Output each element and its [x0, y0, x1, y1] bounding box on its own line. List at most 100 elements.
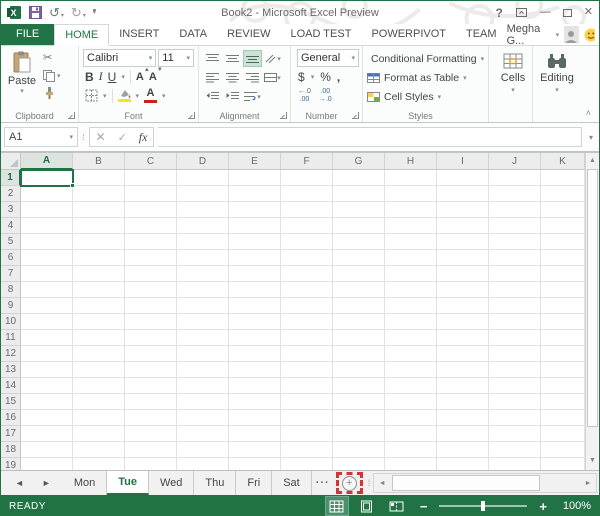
- cell-J12[interactable]: [489, 346, 541, 362]
- cell-A13[interactable]: [21, 362, 73, 378]
- cancel-icon[interactable]: ✕: [96, 130, 106, 144]
- paste-dropdown-icon[interactable]: ▾: [20, 87, 24, 95]
- italic-button[interactable]: I: [99, 69, 103, 84]
- row-header-13[interactable]: 13: [1, 362, 21, 378]
- row-header-5[interactable]: 5: [1, 234, 21, 250]
- borders-icon[interactable]: [85, 89, 98, 102]
- number-dialog-launcher-icon[interactable]: [352, 112, 359, 119]
- undo-dropdown-icon[interactable]: ▾: [61, 13, 64, 19]
- row-header-11[interactable]: 11: [1, 330, 21, 346]
- cell-E14[interactable]: [229, 378, 281, 394]
- cell-C11[interactable]: [125, 330, 177, 346]
- fill-color-dropdown-icon[interactable]: ▾: [136, 92, 140, 100]
- cell-E4[interactable]: [229, 218, 281, 234]
- cell-F5[interactable]: [281, 234, 333, 250]
- cell-E5[interactable]: [229, 234, 281, 250]
- cell-K4[interactable]: [541, 218, 585, 234]
- cell-D10[interactable]: [177, 314, 229, 330]
- row-header-2[interactable]: 2: [1, 186, 21, 202]
- cell-J4[interactable]: [489, 218, 541, 234]
- cell-G7[interactable]: [333, 266, 385, 282]
- cell-G9[interactable]: [333, 298, 385, 314]
- account-dropdown-icon[interactable]: ▾: [556, 31, 560, 39]
- editing-button[interactable]: Editing ▾: [537, 49, 577, 94]
- cell-F19[interactable]: [281, 458, 333, 470]
- font-color-button[interactable]: A: [144, 88, 158, 103]
- sheet-tab-wed[interactable]: Wed: [149, 471, 195, 495]
- scroll-up-icon[interactable]: ▲: [586, 153, 599, 168]
- zoom-level[interactable]: 100%: [559, 500, 591, 512]
- cell-K2[interactable]: [541, 186, 585, 202]
- cell-C19[interactable]: [125, 458, 177, 470]
- cell-F3[interactable]: [281, 202, 333, 218]
- cell-B17[interactable]: [73, 426, 125, 442]
- cell-E13[interactable]: [229, 362, 281, 378]
- cell-K13[interactable]: [541, 362, 585, 378]
- cell-C10[interactable]: [125, 314, 177, 330]
- accounting-format-button[interactable]: $: [298, 70, 305, 84]
- cell-E8[interactable]: [229, 282, 281, 298]
- zoom-out-icon[interactable]: −: [416, 499, 432, 514]
- active-cell-selection[interactable]: [20, 169, 75, 188]
- cell-E19[interactable]: [229, 458, 281, 470]
- page-break-preview-button[interactable]: [386, 497, 408, 515]
- cell-I1[interactable]: [437, 170, 489, 186]
- font-color-dropdown-icon[interactable]: ▾: [162, 92, 166, 100]
- cell-G1[interactable]: [333, 170, 385, 186]
- tab-powerpivot[interactable]: POWERPIVOT: [361, 24, 456, 45]
- cell-C3[interactable]: [125, 202, 177, 218]
- cell-I15[interactable]: [437, 394, 489, 410]
- tab-team[interactable]: TEAM: [456, 24, 507, 45]
- cell-B14[interactable]: [73, 378, 125, 394]
- cell-G5[interactable]: [333, 234, 385, 250]
- scroll-left-icon[interactable]: ◄: [374, 480, 390, 487]
- font-size-select[interactable]: 11 ▾: [158, 49, 194, 67]
- cell-B7[interactable]: [73, 266, 125, 282]
- cell-H7[interactable]: [385, 266, 437, 282]
- cell-B2[interactable]: [73, 186, 125, 202]
- cell-D11[interactable]: [177, 330, 229, 346]
- orientation-button[interactable]: ▾: [263, 50, 282, 67]
- tab-file[interactable]: FILE: [1, 24, 55, 45]
- row-header-12[interactable]: 12: [1, 346, 21, 362]
- cell-E10[interactable]: [229, 314, 281, 330]
- cell-E16[interactable]: [229, 410, 281, 426]
- tab-data[interactable]: DATA: [169, 24, 217, 45]
- cell-C8[interactable]: [125, 282, 177, 298]
- account-name[interactable]: Megha G...: [507, 23, 551, 47]
- top-align-button[interactable]: [203, 50, 222, 67]
- cell-A16[interactable]: [21, 410, 73, 426]
- orientation-dropdown-icon[interactable]: ▾: [277, 55, 281, 63]
- cell-K5[interactable]: [541, 234, 585, 250]
- cell-J5[interactable]: [489, 234, 541, 250]
- conditional-formatting-button[interactable]: Conditional Formatting ▾: [367, 49, 484, 68]
- prev-sheet-icon[interactable]: ◄: [15, 478, 24, 488]
- column-header-F[interactable]: F: [281, 153, 333, 170]
- cell-H1[interactable]: [385, 170, 437, 186]
- cell-C1[interactable]: [125, 170, 177, 186]
- decrease-decimal-button[interactable]: .00 →.0: [319, 88, 332, 103]
- cell-C5[interactable]: [125, 234, 177, 250]
- cell-F7[interactable]: [281, 266, 333, 282]
- cell-B13[interactable]: [73, 362, 125, 378]
- scroll-down-icon[interactable]: ▼: [586, 453, 599, 468]
- cell-G10[interactable]: [333, 314, 385, 330]
- align-right-button[interactable]: [243, 69, 262, 86]
- cell-I9[interactable]: [437, 298, 489, 314]
- cell-C6[interactable]: [125, 250, 177, 266]
- sheet-tab-thu[interactable]: Thu: [194, 471, 237, 495]
- accounting-dropdown-icon[interactable]: ▾: [311, 73, 315, 81]
- next-sheet-icon[interactable]: ►: [42, 478, 51, 488]
- cell-C16[interactable]: [125, 410, 177, 426]
- cell-J2[interactable]: [489, 186, 541, 202]
- enter-icon[interactable]: ✓: [118, 131, 127, 144]
- formula-bar-grip[interactable]: ⁞: [82, 132, 85, 142]
- cell-I3[interactable]: [437, 202, 489, 218]
- cell-E17[interactable]: [229, 426, 281, 442]
- cell-F6[interactable]: [281, 250, 333, 266]
- alignment-dialog-launcher-icon[interactable]: [280, 112, 287, 119]
- cell-D9[interactable]: [177, 298, 229, 314]
- cell-D7[interactable]: [177, 266, 229, 282]
- cell-A7[interactable]: [21, 266, 73, 282]
- cell-J18[interactable]: [489, 442, 541, 458]
